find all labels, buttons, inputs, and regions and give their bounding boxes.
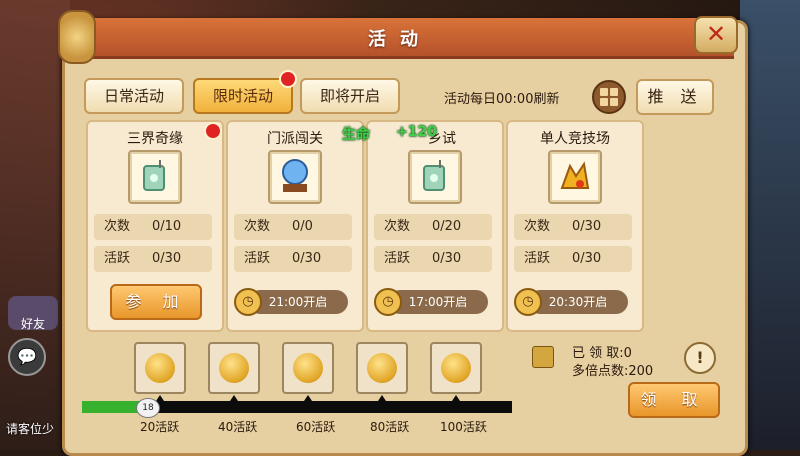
gold-coin-icon [441, 353, 471, 383]
right-hud-background [740, 0, 800, 450]
join-button[interactable]: 参 加 [110, 284, 202, 320]
milestone-label: 40活跃 [218, 420, 258, 434]
tab-upcoming[interactable]: 即将开启 [300, 78, 400, 114]
clock-icon: ◷ [234, 288, 262, 316]
reward-chest-40[interactable] [208, 342, 260, 394]
active-label: 活跃 [244, 251, 271, 266]
push-button[interactable]: 推 送 [636, 79, 714, 115]
claim-label: 领 取 [640, 390, 708, 409]
progress-knob: 18 [136, 398, 160, 418]
friend-button[interactable]: 好友 [8, 296, 58, 331]
activity-card-xiangshi: 乡试 次数 0/20 活跃 0/30 17:00开启 ◷ [366, 120, 504, 332]
reward-chest-20[interactable] [134, 342, 186, 394]
count-row: 次数 0/30 [514, 214, 632, 240]
tab-limited-label: 限时活动 [212, 87, 273, 105]
milestone-label: 80活跃 [370, 420, 410, 434]
open-time: 21:00开启 [248, 290, 348, 314]
left-hud-background [0, 0, 70, 450]
close-button[interactable]: ✕ [694, 16, 738, 54]
title-bar: 活动 [66, 18, 734, 59]
count-value: 0/10 [152, 219, 182, 234]
tab-daily-label: 日常活动 [103, 87, 164, 105]
milestone-tick [452, 395, 460, 401]
golden-dragon-icon[interactable] [548, 150, 602, 204]
friend-label: 好友 [20, 317, 45, 331]
activity-card-sanjie: 三界奇缘 次数 0/10 活跃 0/30 参 加 [86, 120, 224, 332]
active-value: 0/30 [152, 251, 182, 266]
push-label: 推 送 [647, 87, 703, 106]
active-value: 0/30 [572, 251, 602, 266]
reward-chest-80[interactable] [356, 342, 408, 394]
close-icon: ✕ [705, 20, 727, 48]
info-button[interactable]: ! [684, 342, 716, 374]
scroll-ornament-icon [58, 10, 96, 64]
count-label: 次数 [524, 219, 551, 234]
float-value-text: +120 [396, 124, 437, 140]
count-row: 次数 0/10 [94, 214, 212, 240]
card-red-dot [204, 122, 222, 140]
open-time: 20:30开启 [528, 290, 628, 314]
clock-icon: ◷ [514, 288, 542, 316]
milestone-tick [378, 395, 386, 401]
milestone-tick [156, 395, 164, 401]
milestone-label: 60活跃 [296, 420, 336, 434]
count-label: 次数 [384, 219, 411, 234]
claimed-count: 已 领 取:0 [572, 346, 632, 361]
open-time: 17:00开启 [388, 290, 488, 314]
activity-card-menpai: 门派闯关 次数 0/0 活跃 0/30 21:00开启 ◷ [226, 120, 364, 332]
count-value: 0/0 [292, 219, 313, 234]
tab-limited[interactable]: 限时活动 [193, 78, 293, 114]
tab-upcoming-label: 即将开启 [319, 87, 380, 105]
crystal-ball-icon[interactable] [268, 150, 322, 204]
count-value: 0/20 [432, 219, 462, 234]
milestone-label: 20活跃 [140, 420, 180, 434]
reward-chest-60[interactable] [282, 342, 334, 394]
active-label: 活跃 [384, 251, 411, 266]
tab-daily[interactable]: 日常活动 [84, 78, 184, 114]
jade-tag-icon[interactable] [408, 150, 462, 204]
bottom-left-text: 请客位少 [6, 422, 55, 436]
active-value: 0/30 [292, 251, 322, 266]
clock-icon: ◷ [374, 288, 402, 316]
active-row: 活跃 0/30 [234, 246, 352, 272]
jade-tag-icon[interactable] [128, 150, 182, 204]
count-row: 次数 0/20 [374, 214, 492, 240]
milestone-tick [304, 395, 312, 401]
chat-icon[interactable]: 💬 [8, 338, 46, 376]
gold-coin-icon [219, 353, 249, 383]
claim-button[interactable]: 领 取 [628, 382, 720, 418]
count-label: 次数 [104, 219, 131, 234]
multiplier-points: 多倍点数:200 [572, 364, 654, 379]
info-icon: ! [696, 348, 704, 367]
active-row: 活跃 0/30 [374, 246, 492, 272]
activity-name: 三界奇缘 [127, 131, 183, 147]
milestone-label: 100活跃 [440, 420, 487, 434]
grid-icon[interactable] [592, 80, 626, 114]
gold-coin-icon [367, 353, 397, 383]
active-label: 活跃 [524, 251, 551, 266]
join-label: 参 加 [125, 292, 187, 311]
page-title: 活动 [368, 29, 432, 50]
activity-name: 单人竞技场 [540, 131, 610, 147]
reward-book-icon [532, 346, 554, 368]
tab-limited-red-dot [279, 70, 297, 88]
reward-chest-100[interactable] [430, 342, 482, 394]
count-value: 0/30 [572, 219, 602, 234]
activity-card-arena: 单人竞技场 次数 0/30 活跃 0/30 20:30开启 ◷ [506, 120, 644, 332]
active-row: 活跃 0/30 [514, 246, 632, 272]
milestone-tick [230, 395, 238, 401]
float-life-text: 生命 [342, 127, 370, 143]
count-label: 次数 [244, 219, 271, 234]
gold-coin-icon [145, 353, 175, 383]
count-row: 次数 0/0 [234, 214, 352, 240]
gold-coin-icon [293, 353, 323, 383]
active-value: 0/30 [432, 251, 462, 266]
active-label: 活跃 [104, 251, 131, 266]
active-row: 活跃 0/30 [94, 246, 212, 272]
refresh-text: 活动每日00:00刷新 [444, 92, 560, 107]
